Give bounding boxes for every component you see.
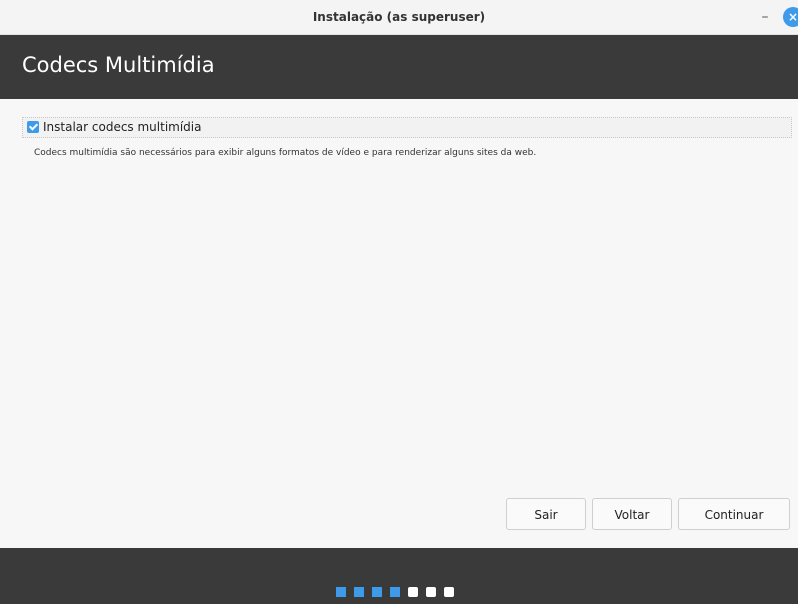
progress-step <box>444 587 454 597</box>
progress-step <box>390 587 400 597</box>
progress-indicator <box>336 587 454 597</box>
progress-step <box>336 587 346 597</box>
progress-step <box>426 587 436 597</box>
continue-button[interactable]: Continuar <box>678 498 790 530</box>
progress-step <box>408 587 418 597</box>
progress-step <box>372 587 382 597</box>
back-button[interactable]: Voltar <box>592 498 672 530</box>
codecs-description: Codecs multimídia são necessários para e… <box>34 148 537 158</box>
window-titlebar: Instalação (as superuser) – × <box>0 0 798 35</box>
install-codecs-checkbox[interactable] <box>27 121 39 133</box>
main-content: Instalar codecs multimídia Codecs multim… <box>0 99 798 548</box>
progress-step <box>354 587 364 597</box>
installer-footer <box>0 548 798 604</box>
page-title: Codecs Multimídia <box>22 53 215 77</box>
install-codecs-label[interactable]: Instalar codecs multimídia <box>43 120 202 134</box>
quit-button[interactable]: Sair <box>506 498 586 530</box>
window-title: Instalação (as superuser) <box>312 10 486 24</box>
page-header: Codecs Multimídia <box>0 35 798 99</box>
install-codecs-option[interactable]: Instalar codecs multimídia <box>22 117 792 138</box>
close-button[interactable]: × <box>783 7 798 27</box>
minimize-button[interactable]: – <box>754 6 776 28</box>
